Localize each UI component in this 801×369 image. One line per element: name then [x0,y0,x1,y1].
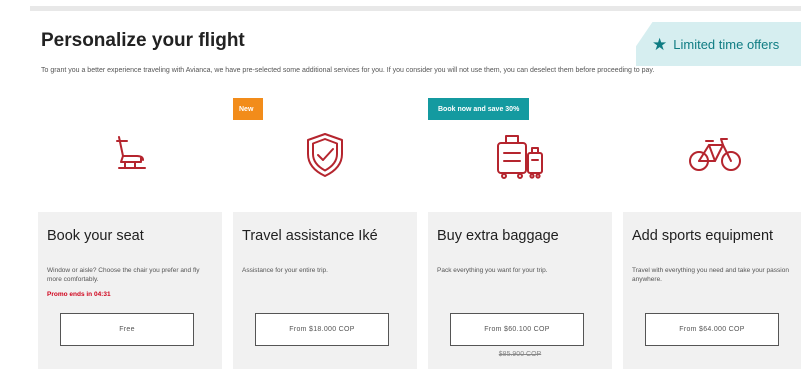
offer-label: Limited time offers [673,36,780,52]
promo-timer: Promo ends in 04:31 [47,291,111,298]
old-price: $85.900 COP [498,351,542,358]
card-description: Pack everything you want for your trip. [437,267,548,274]
card-description: Assistance for your entire trip. [242,267,328,274]
star-icon: ★ [652,34,668,54]
card-description: Window or aisle? Choose the chair you pr… [47,267,200,283]
new-badge: New [233,98,264,120]
service-card-seat[interactable]: Book your seat Window or aisle? Choose t… [38,98,222,369]
card-image [38,98,222,212]
card-image [623,98,801,212]
services-list: Book your seat Window or aisle? Choose t… [38,98,801,369]
select-seat-button[interactable]: Free [60,313,194,346]
card-description: Travel with everything you need and take… [632,267,789,283]
select-assistance-button[interactable]: From $18.000 COP [255,313,389,346]
page-title: Personalize your flight [41,30,245,51]
select-baggage-button[interactable]: From $60.100 COP [450,313,584,346]
save-badge: Book now and save 30% [428,98,530,120]
card-title: Buy extra baggage [437,228,559,244]
intro-text: To grant you a better experience traveli… [41,67,655,74]
top-divider [30,6,801,11]
service-card-baggage[interactable]: Book now and save 30% Buy extra baggage … [428,98,612,369]
card-title: Add sports equipment [632,228,774,244]
luggage-icon [492,129,548,181]
seat-icon [107,132,153,178]
limited-offers-banner: ★ Limited time offers [636,22,801,66]
select-sports-button[interactable]: From $64.000 COP [645,313,779,346]
service-card-sports[interactable]: Add sports equipment Travel with everyth… [623,98,801,369]
shield-check-icon [302,130,348,180]
card-title: Travel assistance Iké [242,228,378,244]
service-card-assistance[interactable]: New Travel assistance Iké Assistance for… [233,98,417,369]
bicycle-icon [687,135,743,175]
card-title: Book your seat [47,228,144,244]
